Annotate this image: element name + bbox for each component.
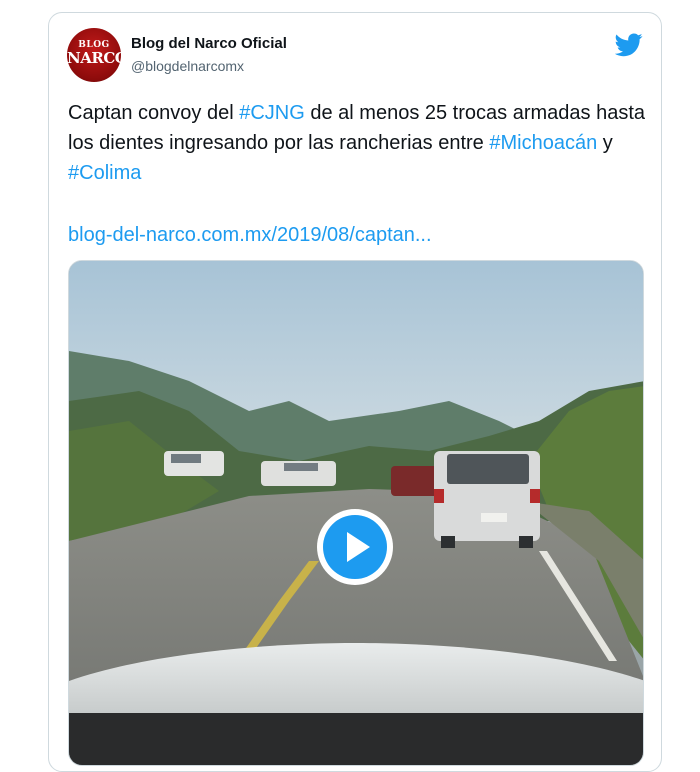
avatar-logo: BLOG NARCO (67, 41, 121, 66)
tweet-text-part3: y (597, 132, 613, 154)
play-button[interactable] (315, 507, 395, 587)
dashboard (69, 713, 643, 765)
hashtag-michoacan[interactable]: #Michoacán (489, 132, 597, 154)
vehicle-white-truck (434, 451, 540, 548)
tweet-text: Captan convoy del #CJNG de al menos 25 t… (68, 98, 648, 188)
avatar[interactable]: BLOG NARCO (67, 28, 121, 82)
vehicle-white-left (164, 451, 224, 476)
hashtag-colima[interactable]: #Colima (68, 162, 141, 184)
author-name[interactable]: Blog del Narco Oficial (131, 35, 287, 52)
article-link[interactable]: blog-del-narco.com.mx/2019/08/captan... (68, 220, 432, 250)
author-handle[interactable]: @blogdelnarcomx (131, 58, 244, 74)
vehicle-white-middle (261, 461, 336, 486)
tweet-card[interactable]: BLOG NARCO Blog del Narco Oficial @blogd… (48, 12, 662, 772)
video-player[interactable] (68, 260, 644, 766)
avatar-logo-line2: NARCO (67, 49, 121, 67)
twitter-bird-icon[interactable] (615, 33, 643, 57)
tweet-text-part1: Captan convoy del (68, 102, 240, 124)
hashtag-cjng[interactable]: #CJNG (239, 102, 305, 124)
